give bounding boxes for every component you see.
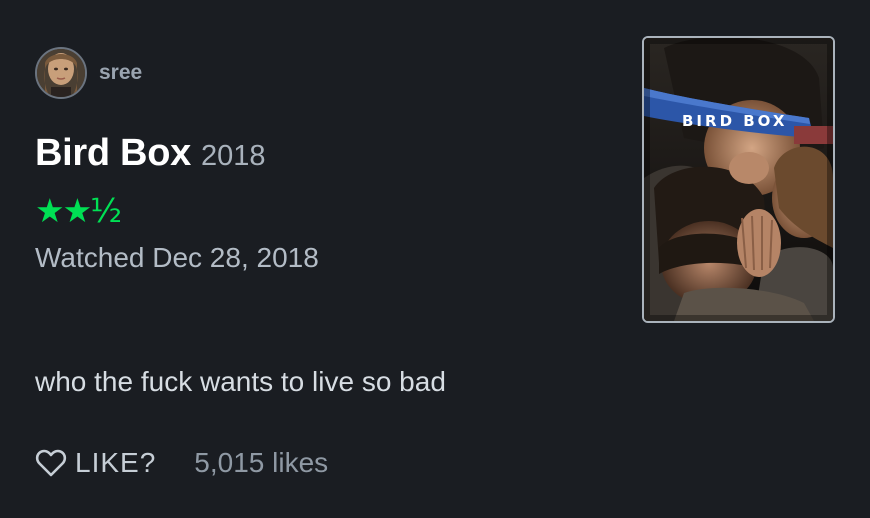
star-rating: ★★½ bbox=[35, 191, 122, 230]
review-actions: LIKE? 5,015 likes bbox=[35, 444, 328, 482]
film-poster[interactable]: BIRD BOX bbox=[642, 36, 835, 323]
heart-outline-icon[interactable] bbox=[35, 448, 67, 478]
poster-title: BIRD BOX bbox=[682, 112, 788, 130]
review-body: who the fuck wants to live so bad bbox=[35, 366, 446, 397]
avatar[interactable] bbox=[35, 47, 87, 99]
review-author[interactable]: sree bbox=[35, 45, 142, 101]
likes-count[interactable]: 5,015 likes bbox=[194, 447, 328, 479]
username[interactable]: sree bbox=[99, 61, 142, 85]
film-heading: Bird Box 2018 bbox=[35, 132, 265, 175]
watched-date: Watched Dec 28, 2018 bbox=[35, 242, 319, 273]
film-title[interactable]: Bird Box bbox=[35, 132, 191, 175]
review-card: sree Bird Box 2018 ★★½ Watched Dec 28, 2… bbox=[0, 0, 870, 518]
like-label[interactable]: LIKE? bbox=[75, 447, 156, 479]
film-year[interactable]: 2018 bbox=[201, 140, 266, 173]
like-button[interactable]: LIKE? bbox=[35, 447, 156, 479]
